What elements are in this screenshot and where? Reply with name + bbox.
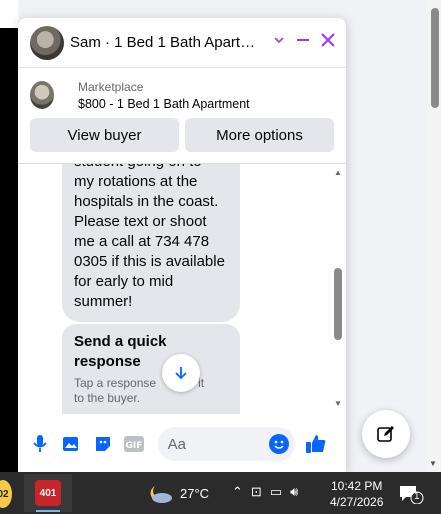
message-list: student going on to my rotations at the … xyxy=(18,164,346,414)
scroll-down-arrow-icon[interactable]: ▼ xyxy=(334,399,342,408)
view-buyer-button[interactable]: View buyer xyxy=(30,118,179,152)
volume-icon[interactable]: 🔊︎ xyxy=(290,484,298,500)
quick-response-title: Send a quick response xyxy=(74,333,167,370)
system-tray: ⌃ ⊡ ▭ 🔊︎ xyxy=(232,484,298,500)
taskbar-app-icon[interactable]: 02 xyxy=(0,480,12,508)
weather-icon xyxy=(150,486,172,503)
message-line: summer! xyxy=(74,293,133,310)
chevron-down-icon[interactable] xyxy=(272,33,286,52)
message-composer: GIF Aa xyxy=(18,416,346,472)
chat-header[interactable]: Sam · 1 Bed 1 Bath Apartm... xyxy=(18,18,346,68)
sticker-icon[interactable] xyxy=(91,432,114,456)
page-scrollbar[interactable]: ▼ xyxy=(427,0,441,472)
time: 10:42 PM xyxy=(331,479,383,493)
clock[interactable]: 10:42 PM 4/27/2026 xyxy=(330,478,383,510)
thumbs-up-icon[interactable] xyxy=(305,432,328,456)
avatar[interactable] xyxy=(30,25,64,60)
date: 4/27/2026 xyxy=(330,495,384,509)
emoji-icon[interactable] xyxy=(268,434,289,454)
taskbar: 02 401 27°C ⌃ ⊡ ▭ 🔊︎ 10:42 PM 4/27/2026 … xyxy=(0,472,441,514)
background-edge xyxy=(0,0,18,28)
message-line: Please text or shoot xyxy=(74,213,207,230)
arrow-down-icon xyxy=(175,367,187,380)
message-line: student going on to xyxy=(74,164,228,172)
chevron-up-icon[interactable]: ⌃ xyxy=(232,484,243,500)
gif-icon[interactable]: GIF xyxy=(122,432,145,456)
notification-count: 1 xyxy=(414,491,420,502)
listing-title[interactable]: $800 - 1 Bed 1 Bath Apartment xyxy=(78,97,250,111)
page-scrollbar-thumb[interactable] xyxy=(431,8,439,108)
scroll-down-arrow-icon[interactable]: ▼ xyxy=(429,459,437,468)
chat-title[interactable]: Sam · 1 Bed 1 Bath Apartm... xyxy=(70,34,262,51)
weather-widget[interactable]: 27°C xyxy=(146,482,209,504)
listing-thumbnail[interactable] xyxy=(30,81,54,109)
new-message-button[interactable] xyxy=(362,410,410,458)
microphone-icon[interactable] xyxy=(28,432,51,456)
app-badge-icon: 401 xyxy=(35,480,61,506)
quick-response-subtitle: Tap a responsed it to the buyer. xyxy=(74,376,205,405)
camera-icon[interactable]: ⊡ xyxy=(251,484,262,500)
message-line: my rotations at the xyxy=(74,173,198,190)
network-icon[interactable]: ▭ xyxy=(270,484,282,500)
scroll-to-bottom-button[interactable] xyxy=(162,354,200,392)
compose-icon xyxy=(377,426,394,442)
quick-response-card[interactable]: Send a quick response Tap a responsed it… xyxy=(62,324,240,414)
message-line: 0305 if this is available xyxy=(74,253,225,270)
message-input-placeholder: Aa xyxy=(167,435,186,453)
message-input[interactable]: Aa xyxy=(157,427,295,461)
chat-scrollbar[interactable]: ▲ ▼ xyxy=(334,168,342,408)
notification-icon[interactable]: 1 xyxy=(398,484,424,505)
chat-scrollbar-thumb[interactable] xyxy=(334,268,342,340)
close-icon[interactable] xyxy=(320,32,336,53)
temperature: 27°C xyxy=(180,485,210,501)
message-line: for early to mid xyxy=(74,273,174,290)
chat-window: Sam · 1 Bed 1 Bath Apartm... Marketplace… xyxy=(18,18,346,472)
message-line: me a call at 734 478 xyxy=(74,233,210,250)
taskbar-app-active[interactable]: 401 xyxy=(24,474,72,512)
more-options-button[interactable]: More options xyxy=(185,118,334,152)
photo-icon[interactable] xyxy=(59,432,82,456)
scroll-up-arrow-icon[interactable]: ▲ xyxy=(334,168,342,177)
marketplace-listing[interactable]: Marketplace $800 - 1 Bed 1 Bath Apartmen… xyxy=(18,68,346,114)
svg-text:GIF: GIF xyxy=(125,441,142,451)
message-bubble: student going on to my rotations at the … xyxy=(62,164,240,322)
minimize-icon[interactable] xyxy=(296,33,310,52)
message-line: hospitals in the coast. xyxy=(74,193,219,210)
background-dark-area xyxy=(0,28,18,472)
marketplace-label: Marketplace xyxy=(78,79,144,94)
